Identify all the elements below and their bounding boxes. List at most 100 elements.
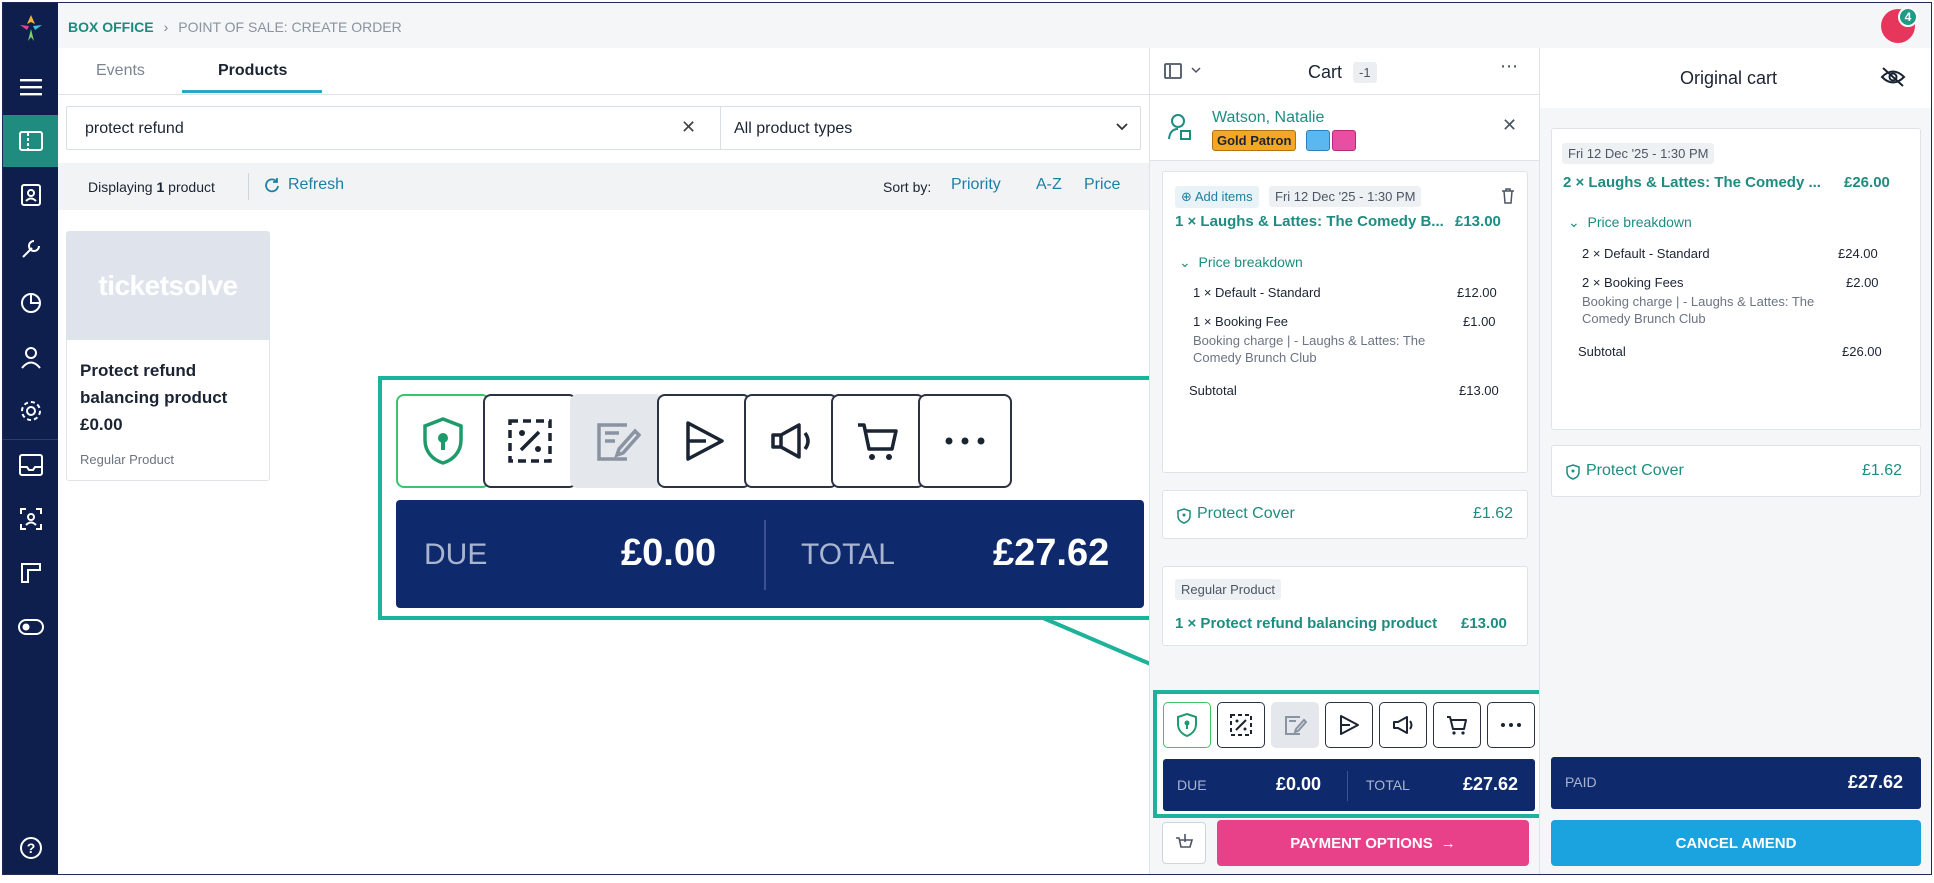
results-toolbar: Displaying 1 product Refresh Sort by: Pr… bbox=[58, 163, 1149, 210]
breadcrumb-root[interactable]: BOX OFFICE bbox=[68, 19, 154, 35]
more-dots-icon bbox=[1501, 723, 1521, 727]
inbox-icon[interactable] bbox=[3, 439, 58, 491]
event-date: Fri 12 Dec '25 - 1:30 PM bbox=[1269, 186, 1422, 207]
trash-icon[interactable] bbox=[1501, 188, 1515, 204]
sort-a-z[interactable]: A-Z bbox=[1036, 176, 1062, 194]
breakdown-row-note: Booking charge | - Laughs & Lattes: The … bbox=[1193, 333, 1426, 365]
emoji-tag-icon bbox=[1332, 130, 1356, 151]
regular-product-line: Regular Product 1 × Protect refund balan… bbox=[1162, 566, 1528, 646]
accessibility-tag-icon bbox=[1306, 130, 1330, 151]
notes-button[interactable] bbox=[570, 394, 664, 488]
send-icon bbox=[686, 421, 724, 461]
subtotal-label: Subtotal bbox=[1189, 383, 1237, 398]
due-amount: £0.00 bbox=[621, 532, 717, 574]
box-office-icon[interactable] bbox=[3, 115, 58, 167]
total-label: TOTAL bbox=[1366, 777, 1410, 793]
regular-product-name[interactable]: 1 × Protect refund balancing product bbox=[1175, 615, 1437, 632]
cart-button[interactable] bbox=[831, 394, 925, 488]
reports-icon[interactable] bbox=[3, 277, 58, 329]
price-breakdown-toggle[interactable]: ⌄ Price breakdown bbox=[1568, 214, 1692, 231]
cart-more-icon[interactable]: ⋯ bbox=[1500, 56, 1519, 77]
customer-icon bbox=[1168, 114, 1191, 140]
more-options-button[interactable] bbox=[1487, 702, 1535, 748]
help-icon[interactable]: ? bbox=[3, 822, 58, 874]
toggle-icon[interactable] bbox=[3, 601, 58, 653]
menu-icon[interactable] bbox=[3, 61, 58, 113]
layout-icon[interactable] bbox=[3, 547, 58, 599]
price-breakdown-toggle[interactable]: ⌄ Price breakdown bbox=[1179, 254, 1303, 271]
cancel-amend-button[interactable]: CANCEL AMEND bbox=[1551, 820, 1921, 866]
payment-options-button[interactable]: PAYMENT OPTIONS → bbox=[1217, 820, 1529, 866]
megaphone-icon bbox=[771, 423, 810, 459]
ticket-icon[interactable] bbox=[1164, 63, 1182, 79]
chevron-down-icon[interactable] bbox=[1191, 67, 1201, 75]
tab-products[interactable]: Products bbox=[218, 62, 287, 80]
event-item-name[interactable]: 1 × Laughs & Lattes: The Comedy B... bbox=[1175, 213, 1444, 230]
regular-product-price: £13.00 bbox=[1461, 615, 1507, 632]
customer-row: Watson, Natalie Gold Patron ✕ bbox=[1150, 95, 1540, 161]
paid-bar: PAID £27.62 bbox=[1551, 757, 1921, 809]
split-payment-button[interactable] bbox=[1162, 822, 1206, 864]
breakdown-row-price: £24.00 bbox=[1838, 246, 1878, 261]
contacts-icon[interactable] bbox=[3, 169, 58, 221]
tab-events[interactable]: Events bbox=[96, 62, 145, 80]
due-amount: £0.00 bbox=[1276, 774, 1322, 794]
protect-button[interactable] bbox=[1163, 702, 1211, 748]
sort-priority[interactable]: Priority bbox=[951, 176, 1001, 194]
discount-button[interactable] bbox=[483, 394, 577, 488]
breakdown-row-price: £1.00 bbox=[1463, 314, 1496, 329]
announce-button[interactable] bbox=[1379, 702, 1427, 748]
original-event-date: Fri 12 Dec '25 - 1:30 PM bbox=[1562, 143, 1715, 164]
paid-amount: £27.62 bbox=[1848, 772, 1904, 792]
clear-search-icon[interactable]: ✕ bbox=[681, 117, 696, 138]
search-input[interactable]: protect refund bbox=[85, 120, 184, 138]
refresh-button[interactable]: Refresh bbox=[264, 176, 344, 194]
discount-button[interactable] bbox=[1217, 702, 1265, 748]
shopping-cart-icon bbox=[858, 423, 898, 460]
tools-icon[interactable] bbox=[3, 223, 58, 275]
shield-icon bbox=[1177, 713, 1197, 737]
cart-button[interactable] bbox=[1433, 702, 1481, 748]
send-button[interactable] bbox=[657, 394, 751, 488]
original-item-name[interactable]: 2 × Laughs & Lattes: The Comedy ... bbox=[1563, 174, 1821, 191]
breakdown-row-price: £12.00 bbox=[1457, 285, 1497, 300]
protect-cover-price: £1.62 bbox=[1862, 462, 1903, 479]
sort-price[interactable]: Price bbox=[1084, 176, 1120, 194]
protect-button[interactable] bbox=[396, 394, 490, 488]
product-card[interactable]: ticketsolve Protect refund balancing pro… bbox=[66, 231, 270, 481]
breakdown-row-label: 2 × Default - Standard bbox=[1582, 246, 1710, 261]
breakdown-row-price: £2.00 bbox=[1846, 275, 1879, 290]
app-logo-icon[interactable] bbox=[20, 15, 42, 41]
regular-product-chip: Regular Product bbox=[1175, 579, 1281, 600]
subtotal-label: Subtotal bbox=[1578, 344, 1626, 359]
shield-icon bbox=[1177, 508, 1191, 524]
customer-name[interactable]: Watson, Natalie bbox=[1212, 109, 1324, 127]
chevron-down-icon[interactable] bbox=[1115, 119, 1129, 135]
notification-count-badge: 4 bbox=[1898, 7, 1918, 27]
add-items-button[interactable]: ⊕ Add items bbox=[1175, 186, 1259, 208]
user-icon[interactable] bbox=[3, 331, 58, 383]
sort-label: Sort by: bbox=[883, 179, 932, 195]
svg-text:?: ? bbox=[26, 840, 35, 856]
active-tab-indicator bbox=[182, 90, 322, 93]
total-label: TOTAL bbox=[801, 538, 895, 571]
hide-eye-icon[interactable] bbox=[1880, 66, 1906, 88]
scan-user-icon[interactable] bbox=[3, 493, 58, 545]
protect-cover-label[interactable]: Protect Cover bbox=[1586, 462, 1684, 480]
total-amount: £27.62 bbox=[993, 532, 1110, 574]
subtotal-amount: £26.00 bbox=[1842, 344, 1882, 359]
remove-customer-icon[interactable]: ✕ bbox=[1502, 115, 1517, 136]
send-icon bbox=[1340, 715, 1359, 735]
settings-gear-icon[interactable] bbox=[3, 385, 58, 437]
send-button[interactable] bbox=[1325, 702, 1373, 748]
protect-cover-label[interactable]: Protect Cover bbox=[1197, 505, 1295, 523]
shield-icon bbox=[423, 417, 463, 465]
announce-button[interactable] bbox=[744, 394, 838, 488]
left-nav: ? bbox=[3, 3, 58, 874]
shopping-cart-icon bbox=[1447, 716, 1467, 735]
zoomed-action-panel: DUE £0.00 TOTAL £27.62 bbox=[378, 376, 1162, 620]
product-type-select[interactable]: All product types bbox=[734, 120, 852, 138]
more-options-button[interactable] bbox=[918, 394, 1012, 488]
refresh-icon bbox=[265, 178, 279, 193]
notes-button[interactable] bbox=[1271, 702, 1319, 748]
